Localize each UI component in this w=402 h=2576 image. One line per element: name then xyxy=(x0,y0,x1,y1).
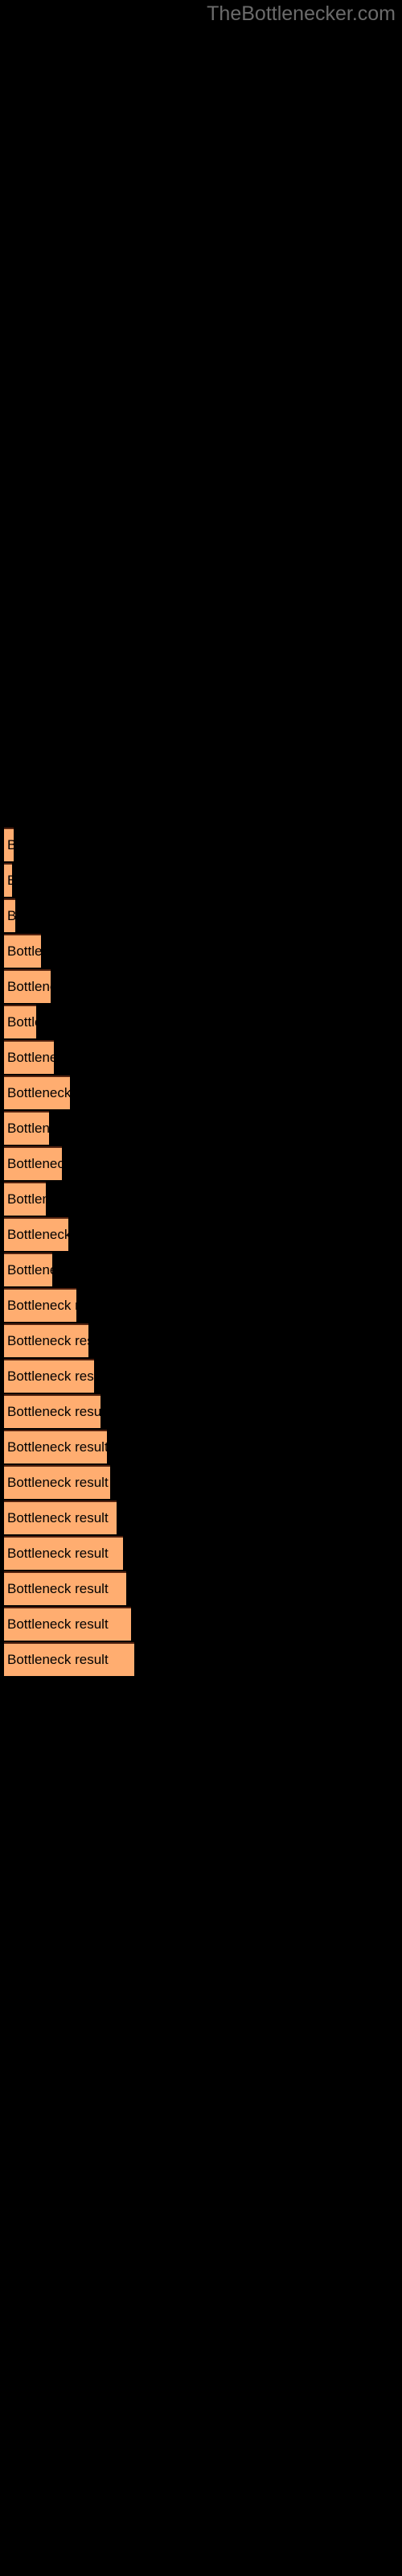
chart-bar-label: Bottleneck result xyxy=(7,1404,100,1419)
bar-row: Bottleneck result xyxy=(0,898,402,934)
bar-row: Bottleneck result xyxy=(0,1571,402,1607)
chart-bar-label: Bottleneck result xyxy=(7,1510,109,1525)
chart-bar[interactable]: Bottleneck result xyxy=(4,1536,123,1570)
bar-row: Bottleneck result xyxy=(0,1607,402,1642)
bottleneck-bar-chart: Bottleneck result Bottleneck result Bottle… xyxy=(0,0,402,2576)
chart-bar-label: Bottleneck result xyxy=(7,1439,107,1455)
bar-row: Bottleneck result xyxy=(0,1182,402,1217)
bar-row: Bottleneck result xyxy=(0,1111,402,1146)
chart-bar[interactable]: Bottleneck result xyxy=(4,1571,126,1605)
chart-bar[interactable]: Bottleneck result xyxy=(4,828,14,861)
bar-row: Bottleneck result xyxy=(0,1465,402,1501)
bar-row: Bottleneck result xyxy=(0,1005,402,1040)
chart-bar[interactable]: Bottleneck result xyxy=(4,1005,36,1038)
bar-row: Bottleneck result xyxy=(0,1040,402,1075)
chart-bar[interactable]: Bottleneck result xyxy=(4,863,12,897)
page-root: TheBottlenecker.com Bottleneck resultBot… xyxy=(0,0,402,2576)
bar-row: Bottleneck result xyxy=(0,1253,402,1288)
chart-bar-label: Bottleneck result xyxy=(7,1227,68,1242)
bar-row: Bottleneck result xyxy=(0,1288,402,1323)
chart-bar-label: Bottleneck result xyxy=(7,1546,109,1561)
chart-bar[interactable]: Bottleneck result xyxy=(4,898,15,932)
chart-bar[interactable]: Bottleneck result xyxy=(4,1040,54,1074)
chart-bar[interactable]: Bottleneck result xyxy=(4,969,51,1003)
chart-bar-label: Bottleneck result xyxy=(7,1652,109,1667)
chart-bar[interactable]: Bottleneck result xyxy=(4,1642,134,1676)
chart-bar-label: Bottleneck result xyxy=(7,943,41,959)
chart-bar[interactable]: Bottleneck result xyxy=(4,1359,94,1393)
bar-row: Bottleneck result xyxy=(0,1359,402,1394)
bar-row: Bottleneck result xyxy=(0,1642,402,1678)
chart-bar-label: Bottleneck result xyxy=(7,1475,109,1490)
bar-row: Bottleneck result xyxy=(0,1075,402,1111)
chart-bar[interactable]: Bottleneck result xyxy=(4,1394,100,1428)
chart-bar-label: Bottleneck result xyxy=(7,1050,54,1065)
chart-bar-label: Bottleneck result xyxy=(7,1333,88,1348)
bar-row: Bottleneck result xyxy=(0,1217,402,1253)
chart-bar-label: Bottleneck result xyxy=(7,1156,62,1171)
chart-bar[interactable]: Bottleneck result xyxy=(4,934,41,968)
bar-row: Bottleneck result xyxy=(0,1501,402,1536)
bar-row: Bottleneck result xyxy=(0,828,402,863)
chart-bar[interactable]: Bottleneck result xyxy=(4,1217,68,1251)
chart-bar-label: Bottleneck result xyxy=(7,1581,109,1596)
chart-bar-label: Bottleneck result xyxy=(7,1616,109,1632)
chart-bar[interactable]: Bottleneck result xyxy=(4,1465,110,1499)
chart-bar[interactable]: Bottleneck result xyxy=(4,1253,52,1286)
bar-row: Bottleneck result xyxy=(0,1146,402,1182)
chart-bar[interactable]: Bottleneck result xyxy=(4,1323,88,1357)
chart-bar[interactable]: Bottleneck result xyxy=(4,1607,131,1641)
bar-row: Bottleneck result xyxy=(0,863,402,898)
chart-bar[interactable]: Bottleneck result xyxy=(4,1182,46,1216)
bar-row: Bottleneck result xyxy=(0,969,402,1005)
chart-bar-label: Bottleneck result xyxy=(4,908,15,924)
bar-row: Bottleneck result xyxy=(0,1536,402,1571)
chart-bar[interactable]: Bottleneck result xyxy=(4,1288,76,1322)
chart-bar-label: Bottleneck result xyxy=(7,1368,94,1384)
bar-row: Bottleneck result xyxy=(0,1394,402,1430)
bar-row: Bottleneck result xyxy=(0,934,402,969)
bar-row: Bottleneck result xyxy=(0,1323,402,1359)
chart-bar[interactable]: Bottleneck result xyxy=(4,1501,117,1534)
chart-bar[interactable]: Bottleneck result xyxy=(4,1430,107,1463)
chart-bar-label: Bottleneck result xyxy=(7,1191,46,1207)
chart-bar[interactable]: Bottleneck result xyxy=(4,1075,70,1109)
bar-row: Bottleneck result xyxy=(0,1430,402,1465)
chart-bar-label: Bottleneck result xyxy=(4,873,12,889)
chart-bar-label: Bottleneck result xyxy=(7,979,51,994)
chart-bar-label: Bottleneck result xyxy=(7,1085,70,1100)
chart-bar-label: Bottleneck result xyxy=(7,1121,49,1136)
chart-bar-label: Bottleneck result xyxy=(7,1298,76,1313)
chart-bar-label: Bottleneck result xyxy=(7,1262,52,1278)
chart-bar[interactable]: Bottleneck result xyxy=(4,1111,49,1145)
chart-bar-label: Bottleneck result xyxy=(7,1014,36,1030)
chart-bar[interactable]: Bottleneck result xyxy=(4,1146,62,1180)
chart-bar-label: Bottleneck result xyxy=(4,837,14,853)
